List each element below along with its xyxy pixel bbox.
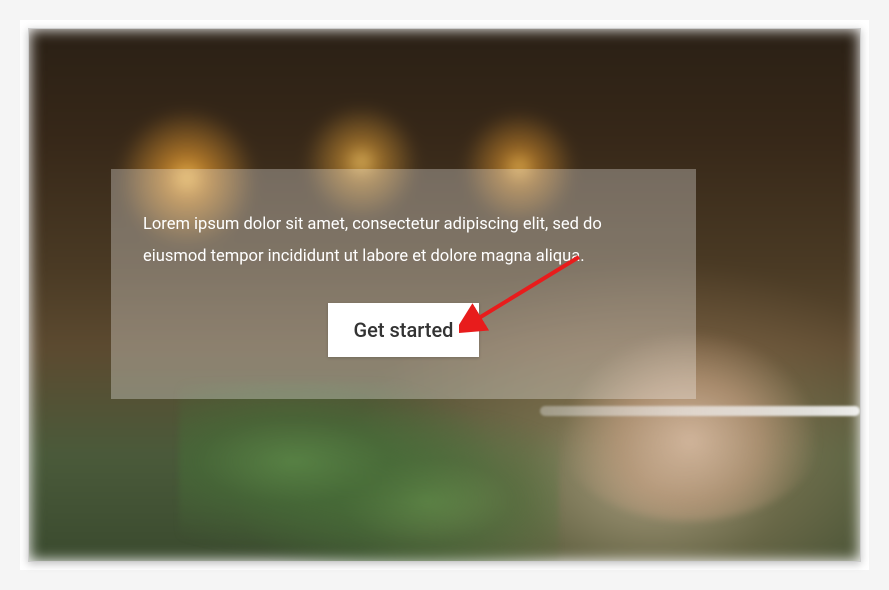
cta-paragraph: Lorem ipsum dolor sit amet, consectetur … [143,209,664,273]
cta-panel: Lorem ipsum dolor sit amet, consectetur … [111,169,696,399]
get-started-button[interactable]: Get started [328,303,480,357]
decorative-leaves [179,381,559,562]
screenshot-frame: Lorem ipsum dolor sit amet, consectetur … [20,20,869,570]
cta-button-wrap: Get started [143,303,664,357]
decorative-fork [540,406,860,416]
hero-section: Lorem ipsum dolor sit amet, consectetur … [28,28,861,562]
